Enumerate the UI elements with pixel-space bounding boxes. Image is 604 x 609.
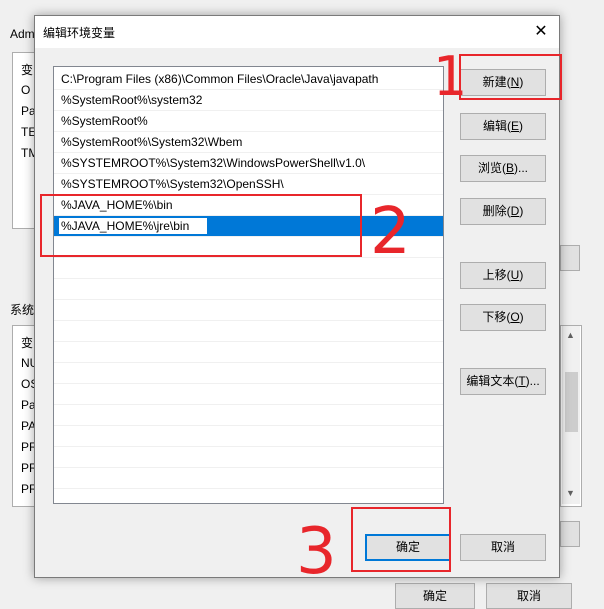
list-header: 变 <box>21 336 34 350</box>
list-item-empty[interactable] <box>54 321 443 342</box>
path-list[interactable]: C:\Program Files (x86)\Common Files\Orac… <box>53 66 444 504</box>
list-item-empty[interactable] <box>54 279 443 300</box>
user-vars-label: Adm <box>10 27 35 41</box>
system-vars-label: 系统 <box>10 303 35 317</box>
annotation-box-ok <box>351 507 451 572</box>
list-item[interactable]: %SystemRoot%\System32\Wbem <box>54 132 443 153</box>
list-item-empty[interactable] <box>54 384 443 405</box>
list-item-empty[interactable] <box>54 426 443 447</box>
list-item[interactable]: %SystemRoot% <box>54 111 443 132</box>
parent-system-button[interactable] <box>560 521 580 547</box>
list-header: 变 <box>21 63 34 77</box>
delete-button[interactable]: 删除(D) <box>460 198 546 225</box>
list-item[interactable]: %SYSTEMROOT%\System32\WindowsPowerShell\… <box>54 153 443 174</box>
list-item-empty[interactable] <box>54 468 443 489</box>
edit-button[interactable]: 编辑(E) <box>460 113 546 140</box>
list-item[interactable]: %SystemRoot%\system32 <box>54 90 443 111</box>
system-vars-scrollbar[interactable]: ▲ ▼ <box>562 326 580 504</box>
list-item-empty[interactable] <box>54 447 443 468</box>
annotation-box-new-paths <box>40 194 362 257</box>
list-item-empty[interactable] <box>54 405 443 426</box>
dialog-title: 编辑环境变量 <box>43 26 116 40</box>
list-item-empty[interactable] <box>54 342 443 363</box>
browse-button[interactable]: 浏览(B)... <box>460 155 546 182</box>
scroll-up-icon[interactable]: ▲ <box>566 330 575 340</box>
annotation-box-new <box>459 54 562 100</box>
list-item-empty[interactable] <box>54 363 443 384</box>
annotation-step-2: 2 <box>370 195 411 269</box>
list-item[interactable]: O <box>21 83 30 97</box>
edit-text-button[interactable]: 编辑文本(T)... <box>460 368 546 395</box>
cancel-button[interactable]: 取消 <box>460 534 546 561</box>
scroll-thumb[interactable] <box>565 372 578 432</box>
title-bar[interactable]: 编辑环境变量 ✕ <box>35 16 559 48</box>
annotation-step-1: 1 <box>433 45 468 108</box>
parent-ok-button[interactable]: 确定 <box>395 583 475 609</box>
parent-user-button[interactable] <box>560 245 580 271</box>
parent-cancel-button[interactable]: 取消 <box>486 583 572 609</box>
list-item-empty[interactable] <box>54 300 443 321</box>
scroll-down-icon[interactable]: ▼ <box>566 488 575 498</box>
close-icon[interactable]: ✕ <box>527 18 555 46</box>
annotation-step-3: 3 <box>296 515 337 589</box>
list-item[interactable]: C:\Program Files (x86)\Common Files\Orac… <box>54 69 443 90</box>
move-up-button[interactable]: 上移(U) <box>460 262 546 289</box>
list-item[interactable]: %SYSTEMROOT%\System32\OpenSSH\ <box>54 174 443 195</box>
move-down-button[interactable]: 下移(O) <box>460 304 546 331</box>
